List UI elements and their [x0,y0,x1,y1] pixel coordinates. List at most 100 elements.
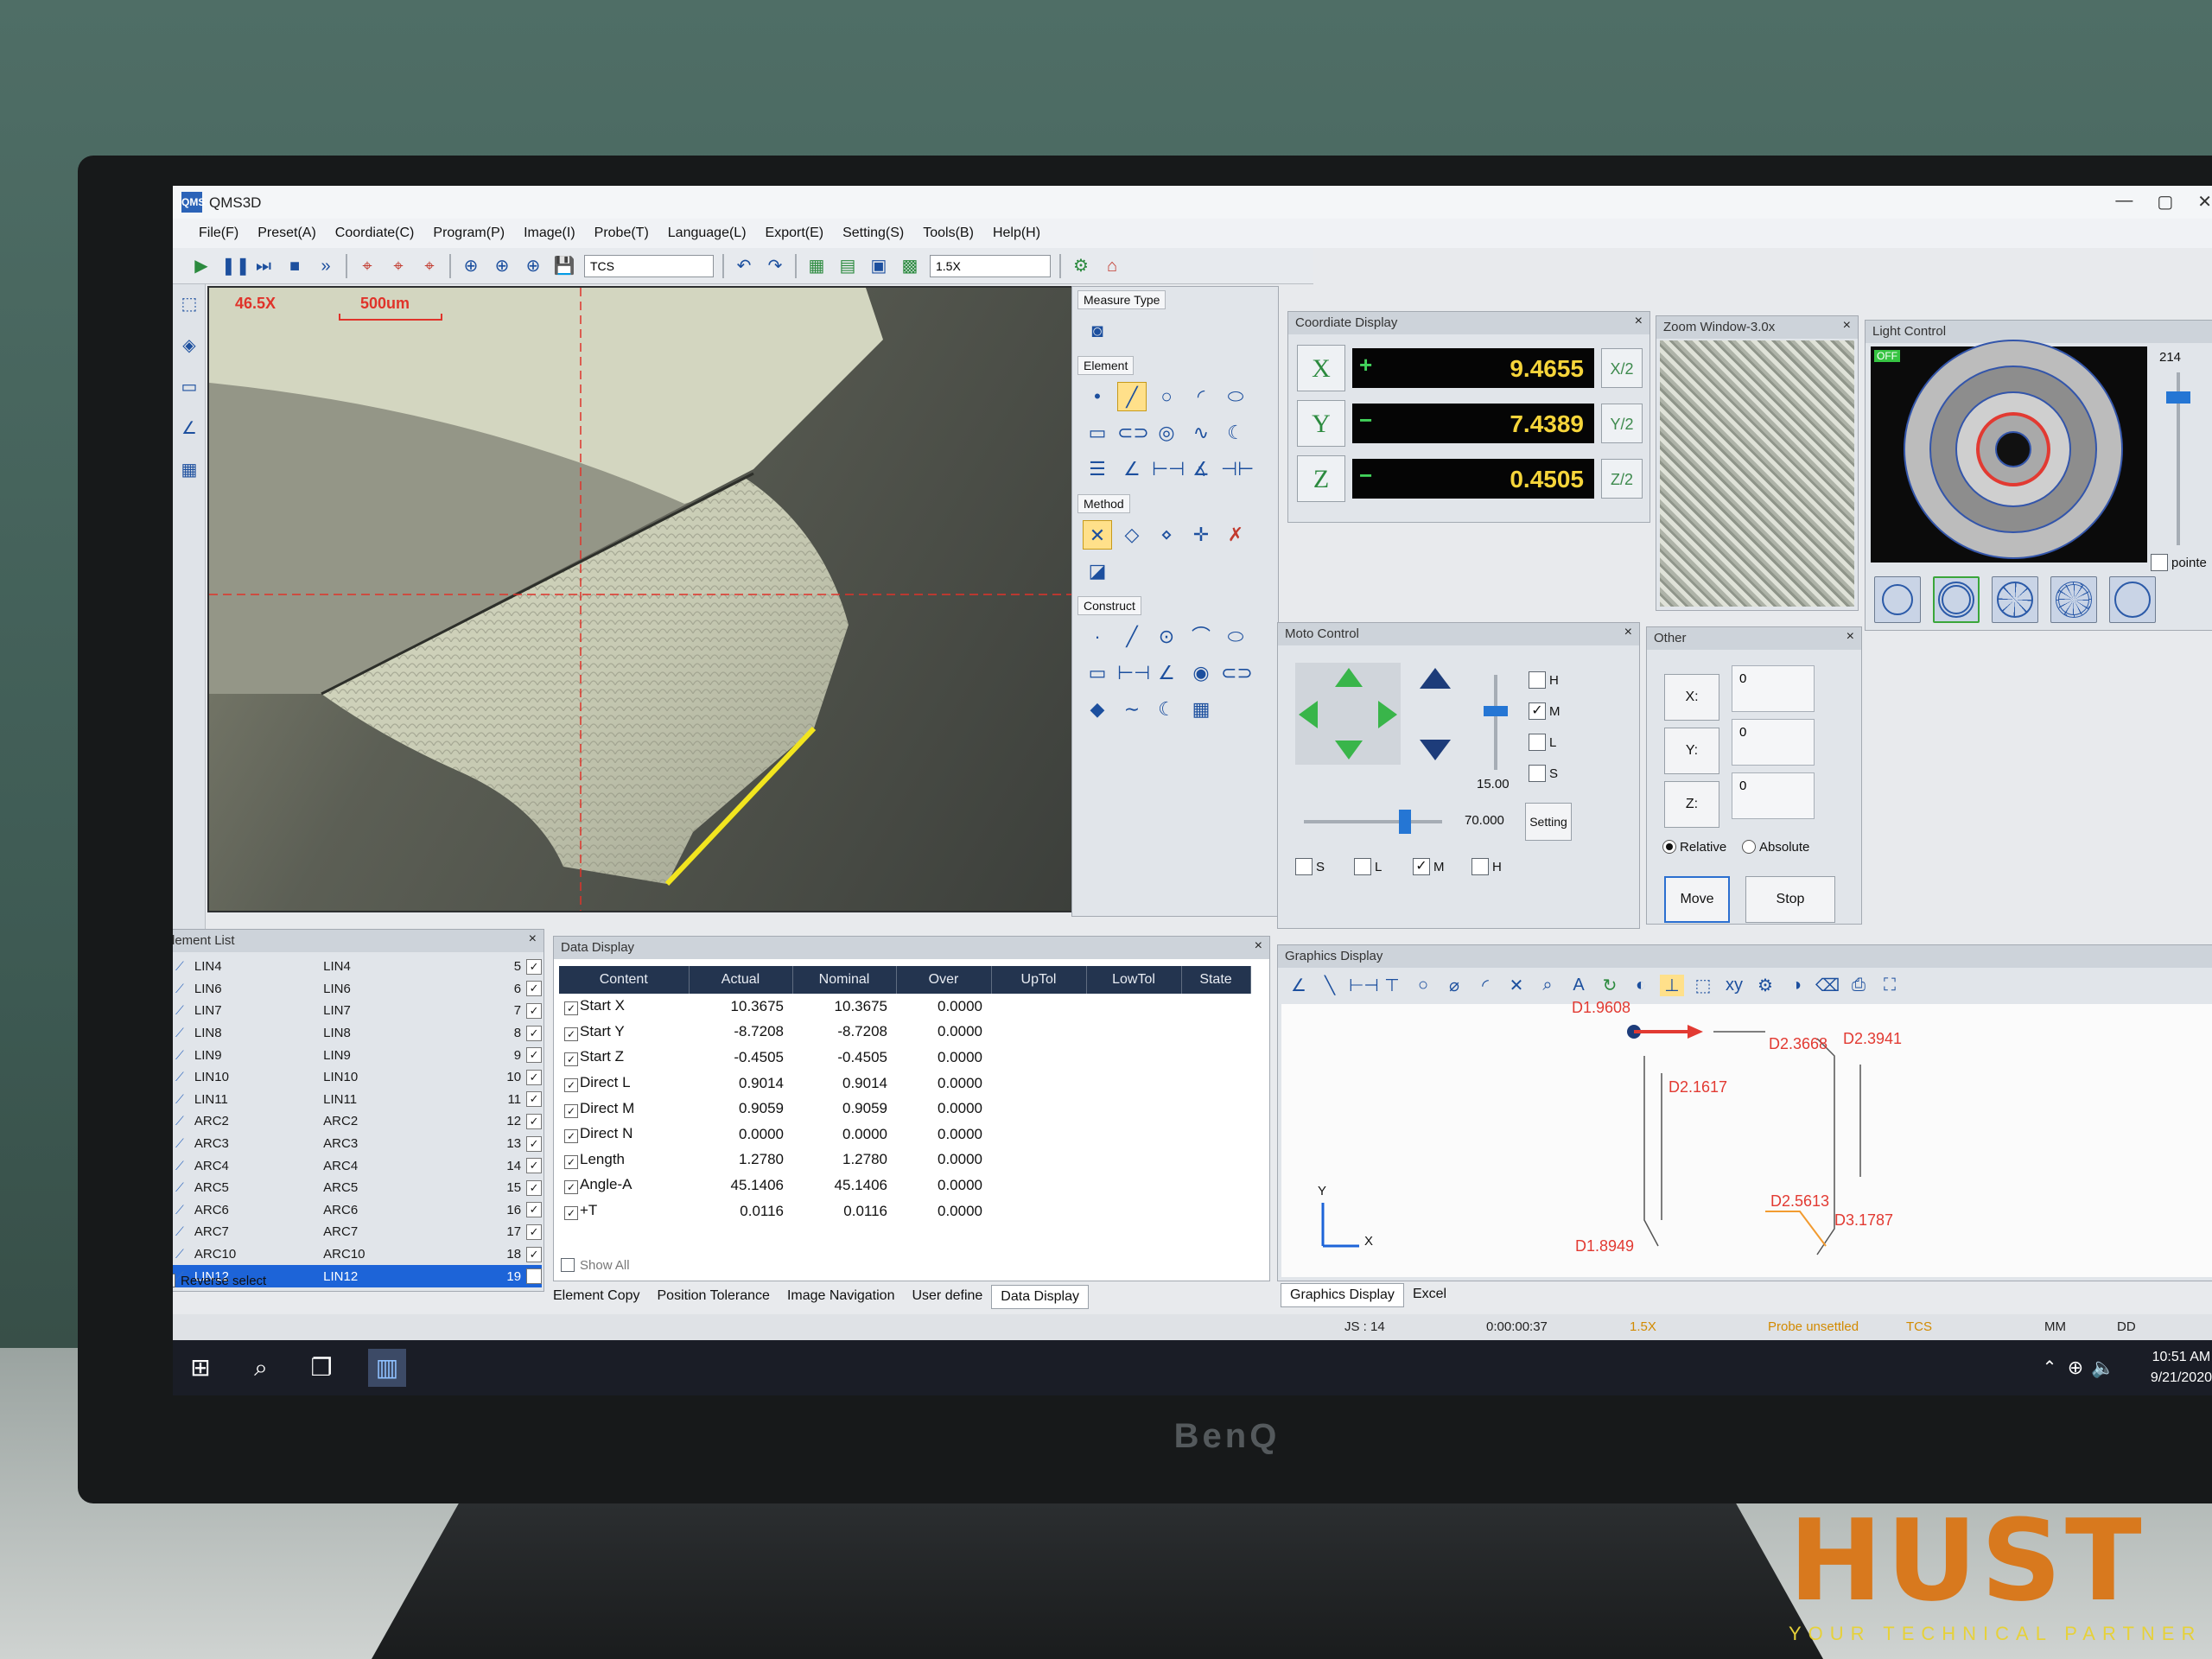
menu-export[interactable]: Export(E) [766,226,824,241]
probe-y-icon[interactable]: ⌖ [418,255,441,277]
gfx-line-icon[interactable]: ╲ [1318,975,1342,996]
slot-icon[interactable]: ⊂⊃ [1117,418,1149,448]
list-item[interactable]: ⟋ ARC4 ARC4 14 ✓ [173,1154,542,1177]
close-icon[interactable]: × [1635,314,1643,329]
construct-line-icon[interactable]: ╱ [1117,622,1147,652]
element-visible-checkbox[interactable]: ✓ [526,958,542,975]
gfx-diameter-icon[interactable]: ⌀ [1442,975,1466,996]
speed-l-checkbox[interactable] [1529,734,1546,751]
element-visible-checkbox[interactable]: ✓ [526,1158,542,1174]
gfx-distance-icon[interactable]: ⊢⊣ [1349,975,1379,996]
x-axis-button[interactable]: X [1297,345,1345,391]
probe-point-icon[interactable]: ⌖ [356,255,378,277]
element-visible-checkbox[interactable]: ✓ [526,1047,542,1064]
gfx-select-icon[interactable]: ⬚ [1691,975,1715,996]
column-header[interactable]: State [1181,966,1251,994]
x-field[interactable]: 0 [1732,665,1815,712]
column-header[interactable]: Content [559,966,690,994]
gfx-color-icon[interactable]: ◑ [1784,976,1808,995]
gfx-cross-icon[interactable]: ✕ [1504,975,1529,996]
column-header[interactable]: Actual [689,966,793,994]
crosshair-method-icon[interactable]: ✛ [1186,520,1216,550]
menu-coordinate[interactable]: Coordiate(C) [335,226,415,241]
light-mode-web-button[interactable] [2050,576,2097,623]
element-visible-checkbox[interactable]: ✓ [526,1224,542,1240]
menu-help[interactable]: Help(H) [993,226,1040,241]
list-item[interactable]: ⟋ LIN8 LIN8 8 ✓ [173,1022,542,1045]
probe-x-icon[interactable]: ⌖ [387,255,410,277]
construct-table-icon[interactable]: ▦ [1186,695,1216,724]
bottom-h-checkbox[interactable] [1471,858,1489,875]
table-row[interactable]: ✓ +T 0.0116 0.0116 0.0000 [559,1198,1250,1224]
close-button[interactable]: ✕ [2197,191,2212,213]
y-axis-button[interactable]: Y [1297,400,1345,447]
distance-icon[interactable]: ⊢⊣ [1152,454,1185,484]
construct-slot-icon[interactable]: ⊂⊃ [1221,658,1253,688]
construct-plane-icon[interactable]: ◆ [1083,695,1112,724]
light-mode-outer-button[interactable] [1874,576,1921,623]
task-view-icon[interactable]: ❐ [302,1349,340,1387]
angle-distance-icon[interactable]: ∡ [1186,454,1216,484]
relative-radio[interactable] [1662,840,1676,854]
manual-method-icon[interactable]: ✕ [1083,520,1112,550]
list-item[interactable]: ⟋ ARC7 ARC7 17 ✓ [173,1221,542,1243]
gfx-axis-icon[interactable]: ⊥ [1660,974,1684,996]
export-icon[interactable]: ▩ [899,255,921,277]
report-icon[interactable]: ▣ [868,255,890,277]
arc-icon[interactable]: ◜ [1186,382,1216,411]
absolute-radio[interactable] [1742,840,1756,854]
list-item[interactable]: ⟋ LIN7 LIN7 7 ✓ [173,1000,542,1022]
gfx-angle-icon[interactable]: ∠ [1287,975,1311,996]
region-method-icon[interactable]: ◪ [1083,556,1112,586]
table-row[interactable]: ✓ Direct M 0.9059 0.9059 0.0000 [559,1096,1250,1122]
speed-s-checkbox[interactable] [1529,765,1546,782]
width-icon[interactable]: ⊣⊢ [1221,454,1254,484]
menu-probe[interactable]: Probe(T) [594,226,649,241]
x-half-button[interactable]: X/2 [1601,348,1643,388]
play-icon[interactable]: ▶ [190,255,213,277]
row-checkbox[interactable]: ✓ [564,1206,578,1221]
gfx-fit-icon[interactable]: ⛶ [1878,976,1902,995]
stop-icon[interactable]: ■ [283,255,306,277]
gfx-settings-icon[interactable]: ⚙ [1753,975,1777,996]
minimize-button[interactable]: — [2115,191,2133,213]
gfx-eraser-icon[interactable]: ⌫ [1815,975,1840,996]
grid-icon[interactable]: ▦ [178,459,200,481]
undo-icon[interactable]: ↶ [733,255,755,277]
speed2-slider-track[interactable] [1304,820,1442,823]
light-mode-sectors-button[interactable] [1992,576,2038,623]
column-header[interactable]: LowTol [1086,966,1182,994]
volume-icon[interactable]: 🔈 [2084,1349,2122,1387]
table-row[interactable]: ✓ Direct L 0.9014 0.9014 0.0000 [559,1071,1250,1096]
bottom-l-checkbox[interactable] [1354,858,1371,875]
gfx-vertical-icon[interactable]: ⊤ [1380,975,1404,996]
save-icon[interactable]: 💾 [553,255,575,277]
menu-program[interactable]: Program(P) [433,226,505,241]
list-item[interactable]: ⟋ LIN6 LIN6 6 ✓ [173,978,542,1001]
bottom-m-checkbox[interactable]: ✓ [1413,858,1430,875]
angle-icon[interactable]: ∠ [178,417,200,440]
element-visible-checkbox[interactable]: ✓ [526,1246,542,1262]
list-item[interactable]: ⟋ ARC2 ARC2 12 ✓ [173,1110,542,1133]
z-field[interactable]: 0 [1732,772,1815,819]
zoom-select[interactable]: 1.5X [930,254,1051,277]
element-visible-checkbox[interactable]: ✓ [526,1091,542,1108]
z-down-arrow-icon[interactable] [1420,740,1451,760]
pointer-checkbox[interactable] [2151,554,2168,571]
column-header[interactable]: UpTol [991,966,1087,994]
table-row[interactable]: ✓ Start X 10.3675 10.3675 0.0000 [559,994,1250,1020]
list-item[interactable]: ⟋ LIN4 LIN4 5 ✓ [173,956,542,978]
row-checkbox[interactable]: ✓ [564,1129,578,1144]
move-button[interactable]: Move [1664,876,1730,923]
align-icon[interactable]: ⊕ [460,255,482,277]
speed-slider-thumb[interactable] [1484,706,1508,716]
list-item[interactable]: ⟋ LIN9 LIN9 9 ✓ [173,1044,542,1066]
frame-icon[interactable]: ▭ [178,376,200,398]
capture-icon[interactable]: ⬚ [178,293,200,315]
speed-slider-track[interactable] [1494,675,1497,770]
tab-element-copy[interactable]: Element Copy [544,1285,649,1309]
move-down-arrow-icon[interactable] [1335,741,1363,760]
home-icon[interactable]: ⌂ [1101,255,1123,277]
fast-forward-icon[interactable]: » [315,255,337,277]
y-field[interactable]: 0 [1732,719,1815,766]
